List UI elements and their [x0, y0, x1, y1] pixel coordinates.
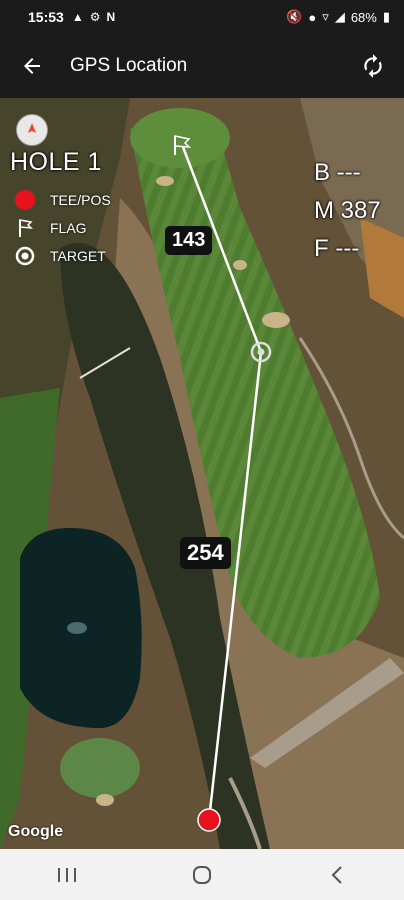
legend-label: FLAG	[50, 220, 87, 236]
legend-item-tee: TEE/POS	[12, 186, 111, 214]
page-title: GPS Location	[70, 55, 188, 76]
battery-level: 68%	[350, 9, 377, 25]
nav-back-button[interactable]	[307, 855, 367, 895]
location-icon: ●	[308, 9, 317, 25]
tee-position-icon	[12, 187, 38, 213]
legend-item-flag: FLAG	[12, 214, 111, 242]
status-bar: 15:53 ▲ ⚙ N 🔇 ● ▿ ◢ 68% ▮	[0, 0, 404, 34]
distance-panel: B --- M 387 F ---	[314, 154, 381, 268]
tee-position-marker[interactable]	[197, 808, 221, 832]
legend-label: TEE/POS	[50, 192, 111, 208]
home-icon	[192, 865, 211, 884]
alert-icon: ▲	[71, 10, 84, 24]
distance-to-flag-label: 143	[165, 226, 213, 255]
system-nav-bar	[0, 849, 404, 900]
flag-icon	[12, 215, 38, 241]
refresh-button[interactable]	[356, 49, 390, 83]
back-button[interactable]	[12, 46, 52, 86]
back-arrow-icon	[24, 58, 40, 74]
refresh-icon	[364, 54, 382, 78]
hole-label: HOLE 1	[10, 148, 102, 176]
distance-middle: M 387	[314, 197, 381, 224]
signal-icon: ◢	[334, 9, 345, 24]
distance-to-target-label: 254	[180, 537, 231, 569]
mute-icon: 🔇	[286, 9, 303, 24]
battery-icon: ▮	[382, 9, 390, 24]
distance-front: F ---	[314, 235, 360, 262]
gps-map[interactable]: HOLE 1 TEE/POS FLAG TARGET B --- M 387 F…	[0, 98, 404, 849]
nav-back-icon	[331, 865, 342, 884]
wifi-icon: ▿	[322, 9, 329, 24]
n-icon: N	[106, 10, 116, 24]
google-attribution: Google	[8, 823, 64, 840]
recents-icon	[58, 867, 77, 882]
home-button[interactable]	[172, 855, 232, 895]
compass-icon[interactable]	[16, 114, 48, 146]
legend-label: TARGET	[50, 248, 106, 264]
target-icon	[12, 243, 38, 269]
distance-back: B ---	[314, 159, 361, 186]
map-legend: TEE/POS FLAG TARGET	[12, 186, 111, 270]
legend-item-target: TARGET	[12, 242, 111, 270]
recents-button[interactable]	[37, 855, 97, 895]
status-time: 15:53	[28, 9, 64, 25]
app-bar: GPS Location	[0, 34, 404, 98]
settings-icon: ⚙	[89, 10, 101, 24]
